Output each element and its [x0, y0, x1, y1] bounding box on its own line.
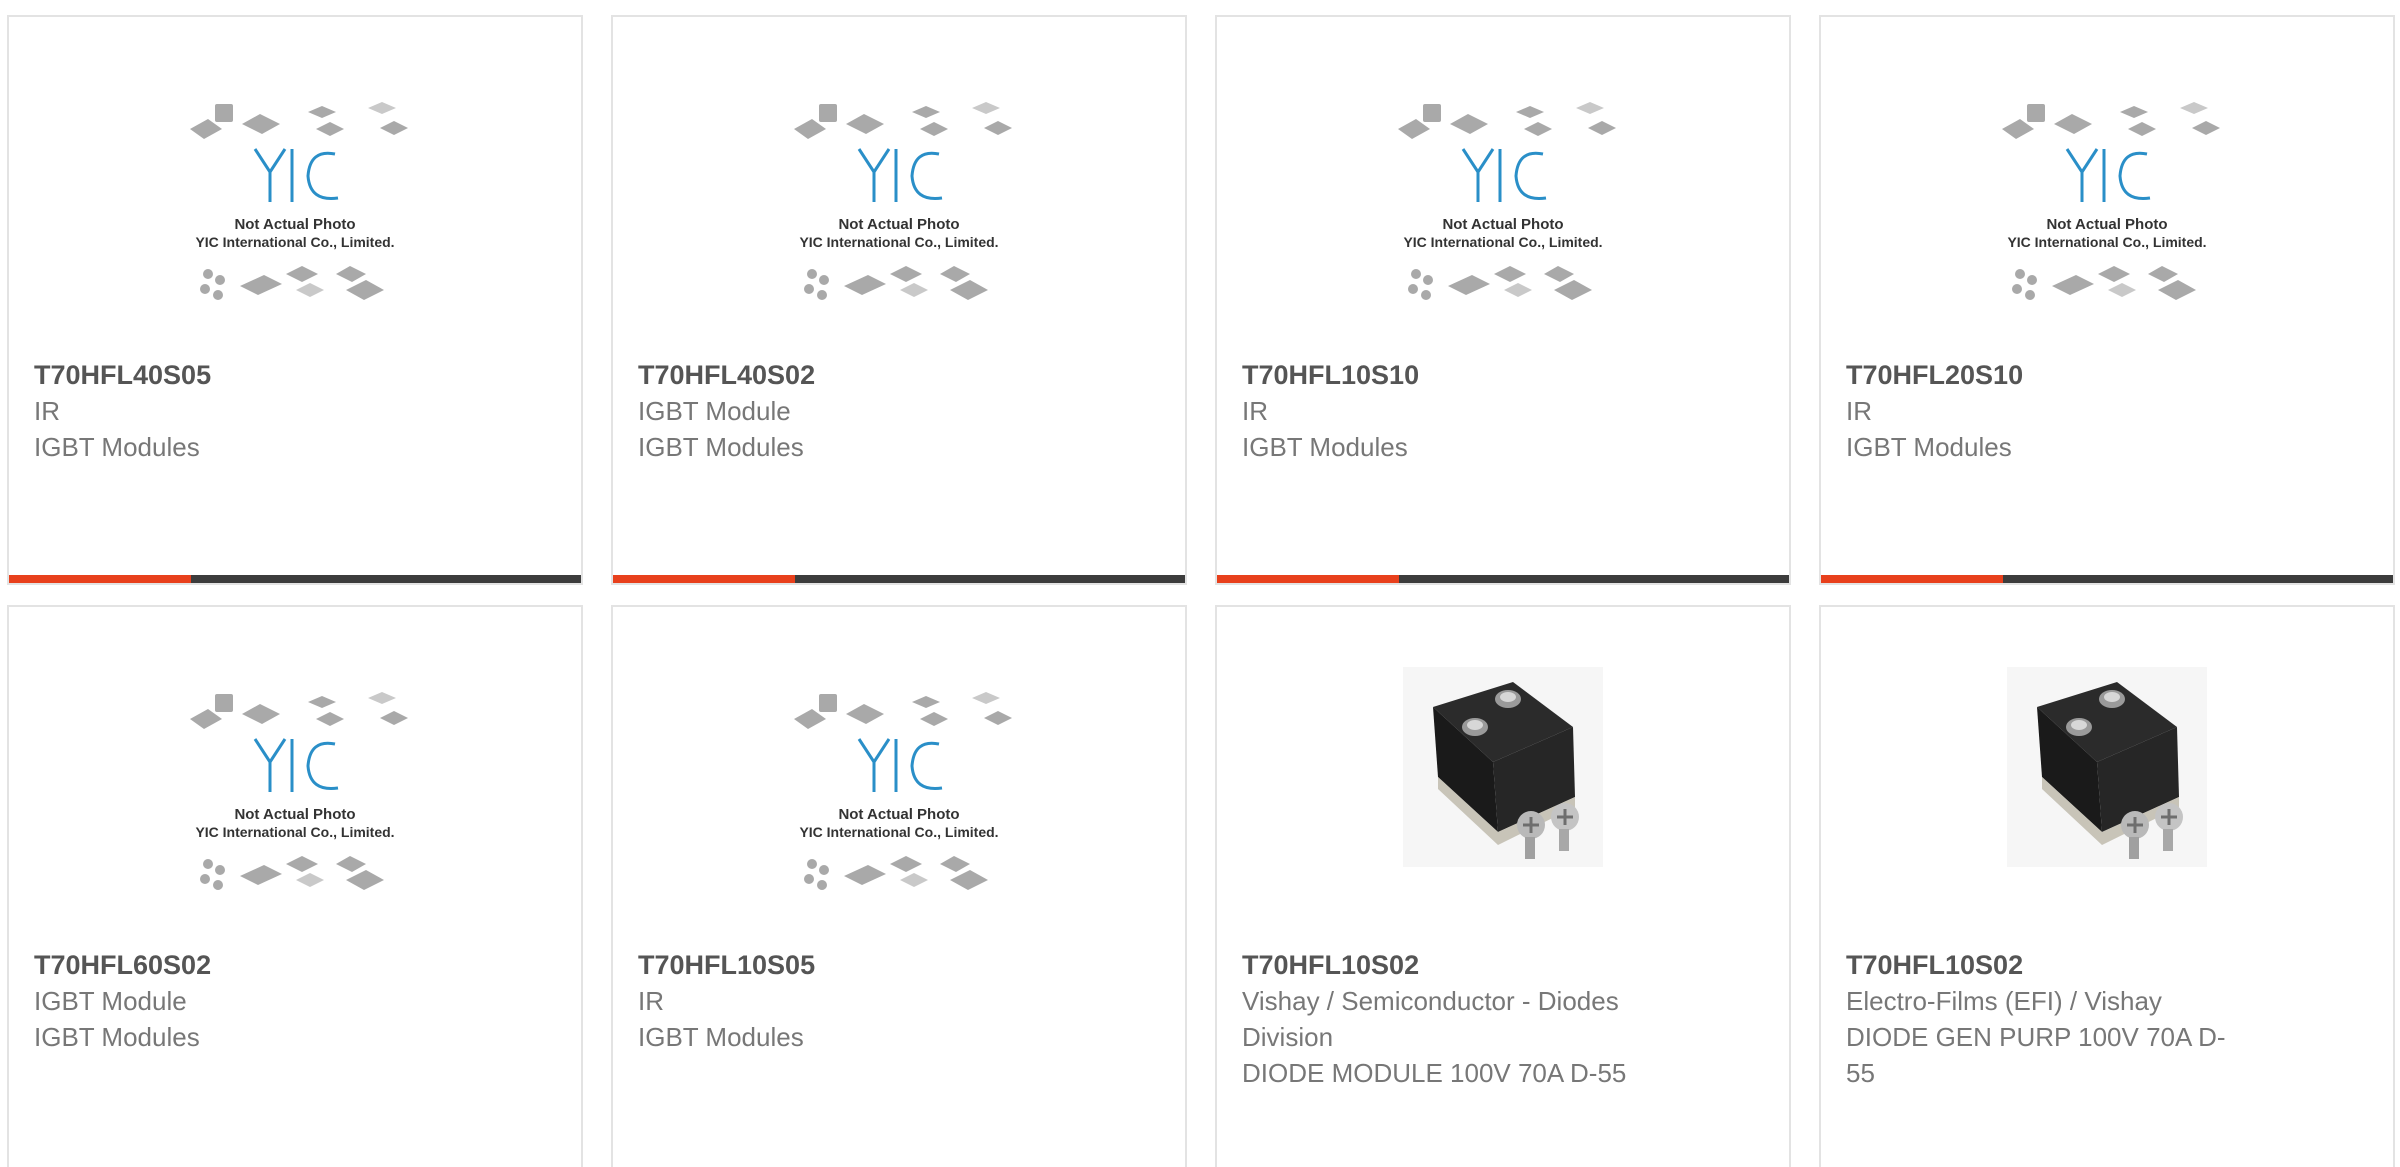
- placeholder-caption-1: Not Actual Photo: [1442, 216, 1563, 233]
- manufacturer: Vishay / Semiconductor - Diodes: [1242, 986, 1619, 1016]
- product-card[interactable]: T70HFL10S02 Electro-Films (EFI) / Vishay…: [1819, 605, 2395, 1167]
- card-accent-bar: [613, 575, 795, 583]
- card-accent-bar: [1217, 575, 1399, 583]
- product-grid: Not Actual Photo YIC International Co., …: [0, 0, 2400, 1167]
- part-number[interactable]: T70HFL40S02: [638, 357, 1078, 393]
- product-info: T70HFL60S02 IGBT Module IGBT Modules: [34, 947, 474, 1055]
- manufacturer: IR: [34, 396, 60, 426]
- part-number[interactable]: T70HFL40S05: [34, 357, 474, 393]
- placeholder-caption-2: YIC International Co., Limited.: [195, 234, 394, 250]
- product-card[interactable]: Not Actual Photo YIC International Co., …: [611, 15, 1187, 585]
- placeholder-caption-2: YIC International Co., Limited.: [1403, 234, 1602, 250]
- placeholder-caption-2: YIC International Co., Limited.: [799, 234, 998, 250]
- placeholder-caption-1: Not Actual Photo: [2046, 216, 2167, 233]
- manufacturer: Electro-Films (EFI) / Vishay: [1846, 986, 2162, 1016]
- placeholder-caption-1: Not Actual Photo: [234, 806, 355, 823]
- part-number[interactable]: T70HFL10S02: [1242, 947, 1682, 983]
- part-number[interactable]: T70HFL10S02: [1846, 947, 2286, 983]
- manufacturer: IR: [1846, 396, 1872, 426]
- part-number[interactable]: T70HFL20S10: [1846, 357, 2286, 393]
- product-info: T70HFL10S02 Vishay / Semiconductor - Dio…: [1242, 947, 1682, 1091]
- part-number[interactable]: T70HFL60S02: [34, 947, 474, 983]
- product-card[interactable]: T70HFL10S02 Vishay / Semiconductor - Dio…: [1215, 605, 1791, 1167]
- card-bottom-bar: [613, 575, 1185, 583]
- product-info: T70HFL40S02 IGBT Module IGBT Modules: [638, 357, 1078, 465]
- placeholder-caption-2: YIC International Co., Limited.: [2007, 234, 2206, 250]
- product-info: T70HFL10S05 IR IGBT Modules: [638, 947, 1078, 1055]
- product-card[interactable]: Not Actual Photo YIC International Co., …: [7, 605, 583, 1167]
- card-bottom-bar: [1821, 575, 2393, 583]
- product-card[interactable]: Not Actual Photo YIC International Co., …: [1819, 15, 2395, 585]
- diode-module-image: [2007, 667, 2207, 867]
- placeholder-caption-1: Not Actual Photo: [234, 216, 355, 233]
- product-placeholder-image: Not Actual Photo YIC International Co., …: [190, 102, 408, 300]
- part-number[interactable]: T70HFL10S05: [638, 947, 1078, 983]
- card-accent-bar: [1821, 575, 2003, 583]
- category: IGBT Modules: [34, 1022, 200, 1052]
- diode-module-image: [1403, 667, 1603, 867]
- product-placeholder-image: Not Actual Photo YIC International Co., …: [1398, 102, 1616, 300]
- product-info: T70HFL10S10 IR IGBT Modules: [1242, 357, 1682, 465]
- category: IGBT Modules: [1242, 432, 1408, 462]
- product-info: T70HFL40S05 IR IGBT Modules: [34, 357, 474, 465]
- manufacturer: IR: [638, 986, 664, 1016]
- manufacturer: IGBT Module: [638, 396, 791, 426]
- product-info: T70HFL10S02 Electro-Films (EFI) / Vishay…: [1846, 947, 2286, 1091]
- placeholder-caption-1: Not Actual Photo: [838, 216, 959, 233]
- placeholder-caption-1: Not Actual Photo: [838, 806, 959, 823]
- product-card[interactable]: Not Actual Photo YIC International Co., …: [1215, 15, 1791, 585]
- placeholder-caption-2: YIC International Co., Limited.: [195, 824, 394, 840]
- category: IGBT Modules: [638, 432, 804, 462]
- placeholder-caption-2: YIC International Co., Limited.: [799, 824, 998, 840]
- manufacturer-continued: Division: [1242, 1022, 1334, 1052]
- product-placeholder-image: Not Actual Photo YIC International Co., …: [794, 102, 1012, 300]
- product-card[interactable]: Not Actual Photo YIC International Co., …: [7, 15, 583, 585]
- description: DIODE MODULE 100V 70A D-55: [1242, 1058, 1627, 1088]
- category: IGBT Modules: [1846, 432, 2012, 462]
- description-continued: 55: [1846, 1058, 1875, 1088]
- card-bottom-bar: [1217, 575, 1789, 583]
- product-placeholder-image: Not Actual Photo YIC International Co., …: [2002, 102, 2220, 300]
- manufacturer: IR: [1242, 396, 1268, 426]
- product-placeholder-image: Not Actual Photo YIC International Co., …: [190, 692, 408, 890]
- product-placeholder-image: Not Actual Photo YIC International Co., …: [794, 692, 1012, 890]
- card-bottom-bar: [9, 575, 581, 583]
- description: DIODE GEN PURP 100V 70A D-: [1846, 1022, 2226, 1052]
- part-number[interactable]: T70HFL10S10: [1242, 357, 1682, 393]
- product-info: T70HFL20S10 IR IGBT Modules: [1846, 357, 2286, 465]
- category: IGBT Modules: [34, 432, 200, 462]
- product-card[interactable]: Not Actual Photo YIC International Co., …: [611, 605, 1187, 1167]
- category: IGBT Modules: [638, 1022, 804, 1052]
- manufacturer: IGBT Module: [34, 986, 187, 1016]
- card-accent-bar: [9, 575, 191, 583]
